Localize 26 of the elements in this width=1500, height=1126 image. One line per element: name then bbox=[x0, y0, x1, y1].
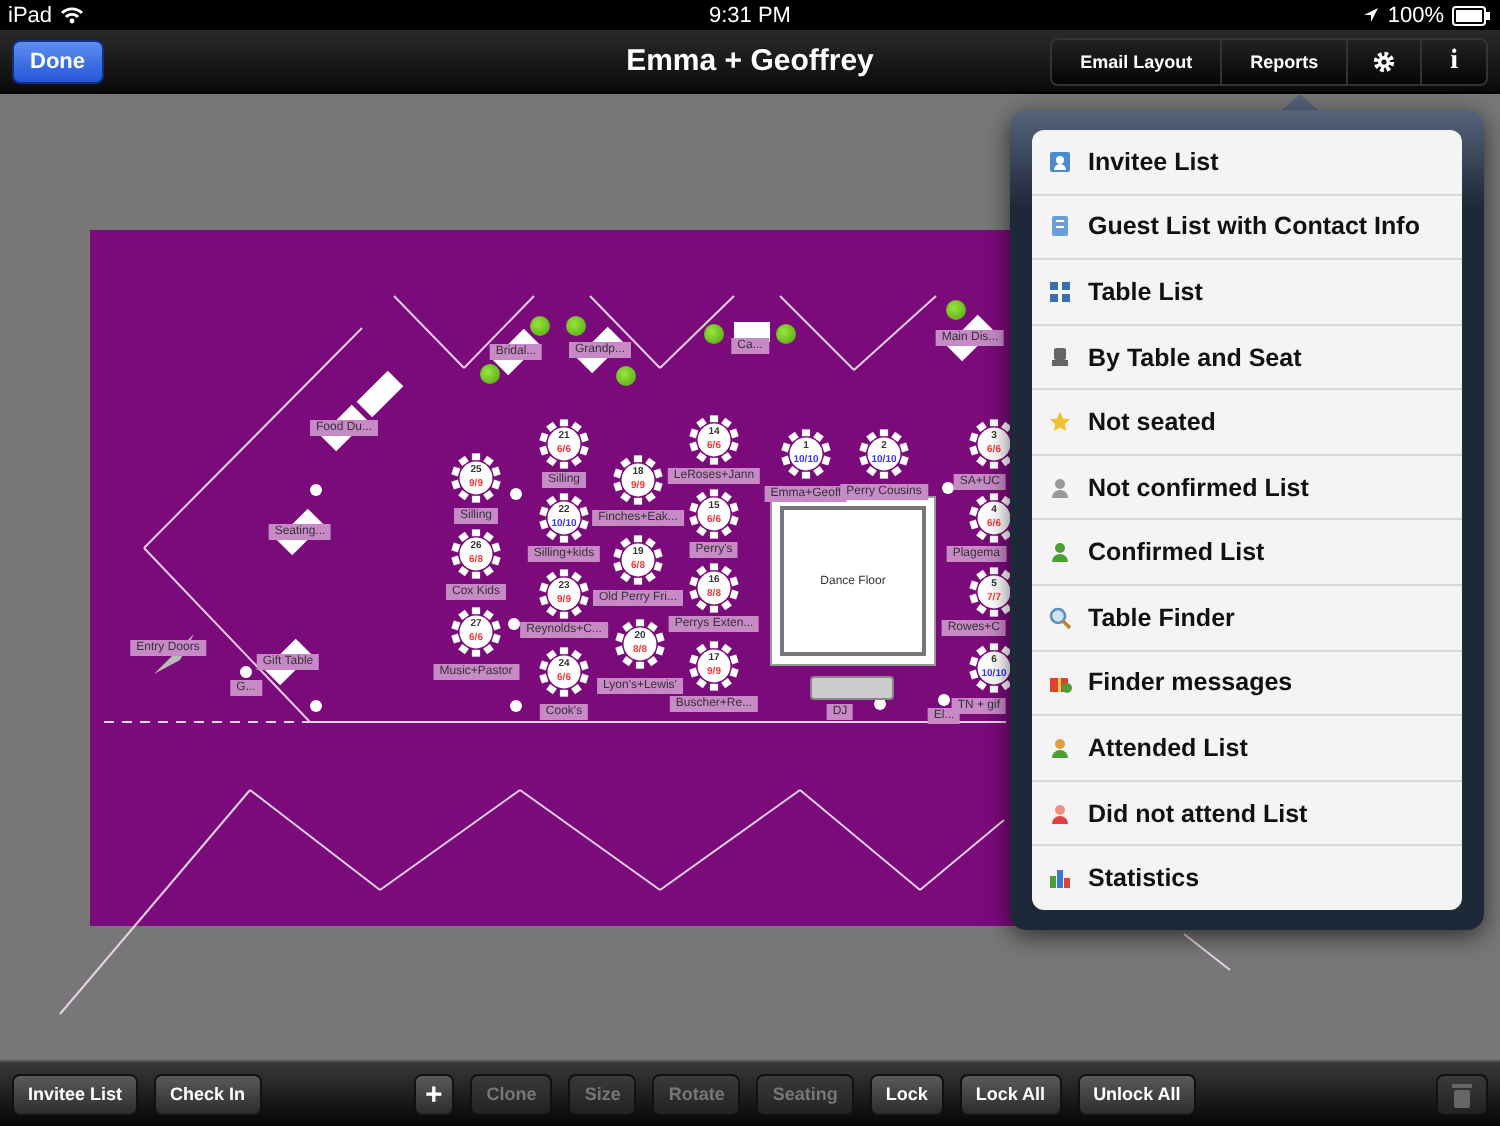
menu-item[interactable]: Not seated bbox=[1088, 408, 1216, 437]
nav-button[interactable]: Email Layout bbox=[1052, 39, 1221, 83]
menu-item[interactable]: Not confirmed List bbox=[1088, 473, 1309, 502]
info-button[interactable]: i bbox=[1420, 39, 1486, 83]
toolbar-button[interactable]: Invitee List bbox=[12, 1073, 139, 1115]
toolbar-button[interactable]: Lock All bbox=[959, 1073, 1062, 1115]
device-name: iPad bbox=[8, 3, 53, 27]
menu-item[interactable]: Table Finder bbox=[1088, 603, 1235, 632]
add-button[interactable]: + bbox=[413, 1073, 455, 1115]
nav-button[interactable]: Reports bbox=[1220, 39, 1347, 83]
menu-item[interactable]: Did not attend List bbox=[1088, 799, 1308, 828]
menu-item[interactable]: Finder messages bbox=[1088, 668, 1293, 697]
menu-item[interactable]: Guest List with Contact Info bbox=[1088, 212, 1420, 241]
menu-item[interactable]: Invitee List bbox=[1088, 147, 1219, 176]
toolbar-button[interactable]: Check In bbox=[154, 1073, 262, 1115]
menu-item[interactable]: Table List bbox=[1088, 277, 1203, 306]
menu-item[interactable]: Attended List bbox=[1088, 733, 1248, 762]
toolbar-button[interactable]: Lock bbox=[869, 1073, 944, 1115]
battery-percent: 100% bbox=[1387, 3, 1444, 27]
toolbar-button[interactable]: Unlock All bbox=[1077, 1073, 1197, 1115]
done-button[interactable]: Done bbox=[12, 39, 103, 83]
window-title: Emma + Geoffrey bbox=[626, 44, 874, 78]
clock: 9:31 PM bbox=[709, 3, 791, 27]
menu-item[interactable]: Statistics bbox=[1088, 864, 1200, 893]
menu-item[interactable]: Confirmed List bbox=[1088, 538, 1265, 567]
menu-item[interactable]: By Table and Seat bbox=[1088, 343, 1302, 372]
